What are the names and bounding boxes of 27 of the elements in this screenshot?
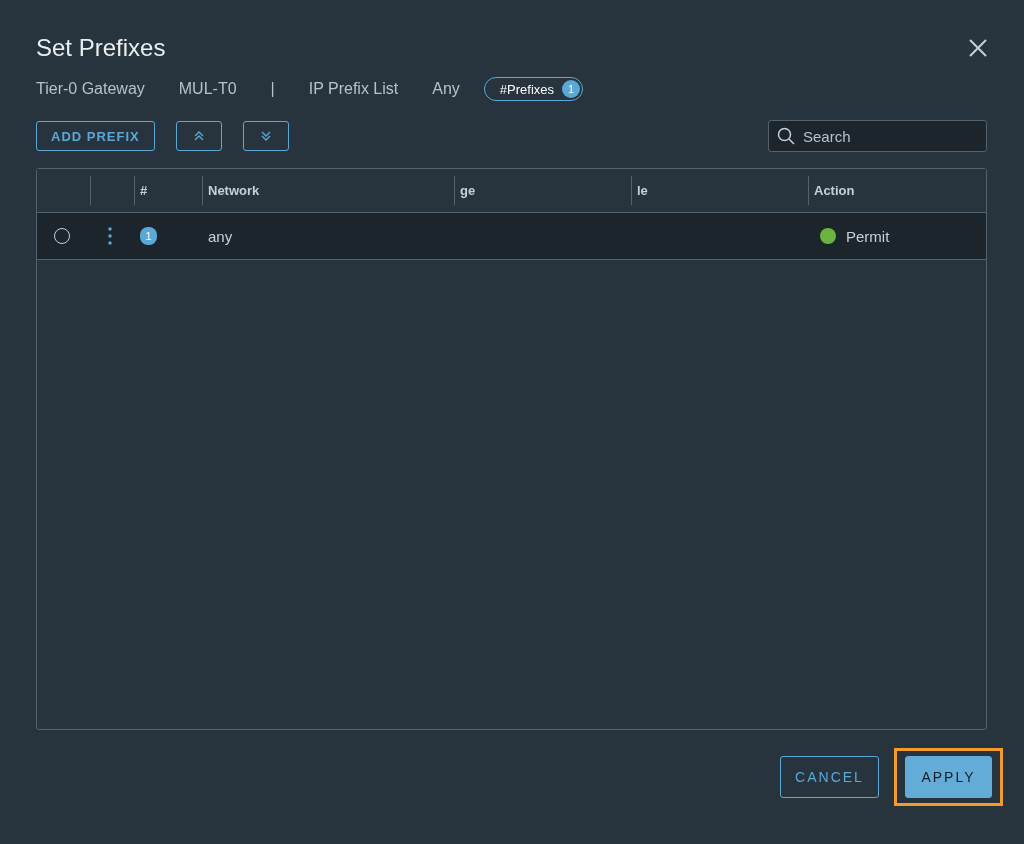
column-header[interactable]: le xyxy=(631,169,808,212)
column-header[interactable]: ge xyxy=(454,169,631,212)
table-cell: Permit xyxy=(846,227,890,245)
count-badge: 1 xyxy=(562,80,580,98)
search-field[interactable]: Search xyxy=(768,120,987,152)
separator: | xyxy=(270,80,275,98)
column-header[interactable]: # xyxy=(134,169,202,212)
apply-button[interactable]: APPLY xyxy=(905,756,992,798)
close-button[interactable] xyxy=(967,37,989,59)
dialog-title: Set Prefixes xyxy=(36,34,166,62)
breadcrumb-text: Any xyxy=(432,80,460,98)
column-header[interactable]: Network xyxy=(202,169,454,212)
breadcrumb-text: Tier-0 Gateway xyxy=(36,80,145,98)
double-chevron-down-icon xyxy=(259,130,272,142)
add-prefix-button[interactable]: ADD PREFIX xyxy=(36,121,155,151)
column-header[interactable]: Action xyxy=(808,169,986,212)
search-icon xyxy=(777,127,795,145)
move-up-button[interactable] xyxy=(175,121,222,151)
breadcrumb-text: IP Prefix List xyxy=(308,80,399,98)
table-row[interactable]: 1 any Permit xyxy=(37,213,986,260)
move-down-button[interactable] xyxy=(242,121,289,151)
table-cell-text: any xyxy=(207,227,234,245)
more-options-icon[interactable] xyxy=(108,227,112,245)
breadcrumb-text: MUL-T0 xyxy=(178,80,237,98)
row-number: 1 xyxy=(140,227,157,245)
cancel-button[interactable]: CANCEL xyxy=(780,756,879,798)
double-chevron-up-icon xyxy=(192,130,205,142)
